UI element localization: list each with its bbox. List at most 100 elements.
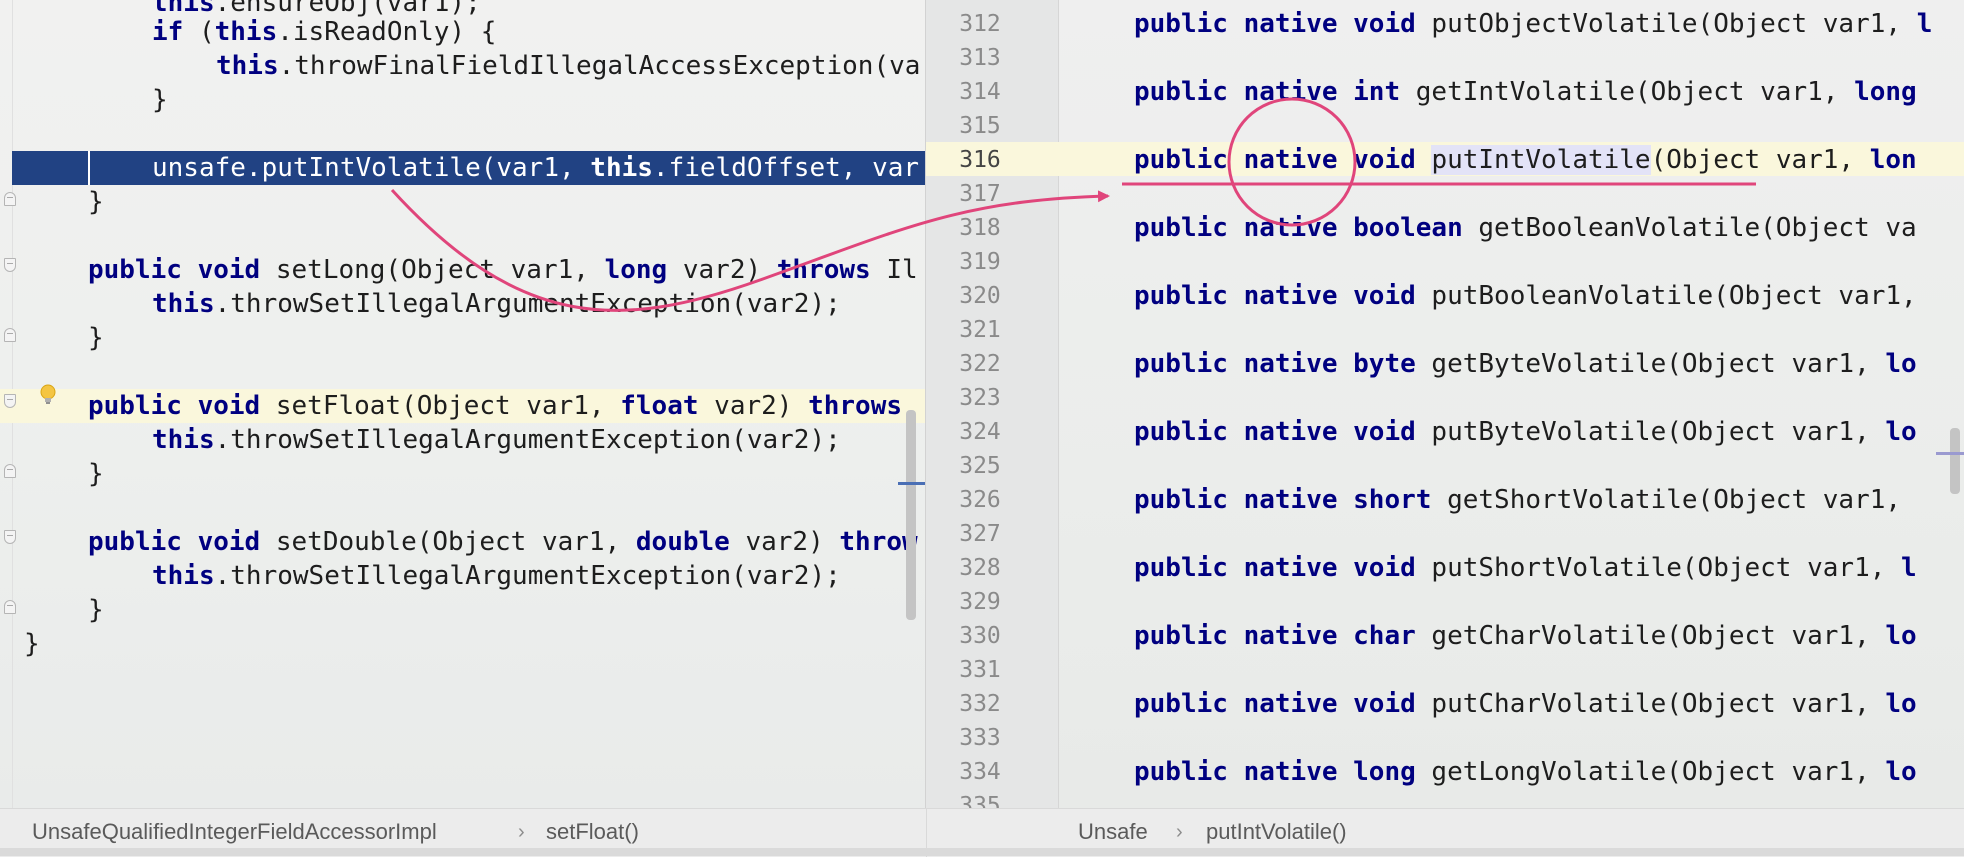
line-number: 332 <box>959 691 1001 717</box>
code-line[interactable]: public void setFloat(Object var1, float … <box>88 389 902 423</box>
scroll-marker <box>1936 452 1964 455</box>
code-keyword: public <box>1134 417 1228 447</box>
line-number: 315 <box>959 113 1001 139</box>
line-number: 319 <box>959 249 1001 275</box>
code-keyword: double <box>635 527 730 557</box>
code-keyword: long <box>604 255 668 285</box>
code-line[interactable]: public native byte getByteVolatile(Objec… <box>1134 347 1917 381</box>
code-keyword: l <box>1916 9 1933 39</box>
code-line[interactable]: public native void putBooleanVolatile(Ob… <box>1134 279 1932 313</box>
code-text: .throwSetIllegalArgumentException(var2); <box>214 425 841 455</box>
code-line-selected[interactable]: unsafe.putIntVolatile(var1, this.fieldOf… <box>152 151 919 185</box>
code-line[interactable]: public native void putObjectVolatile(Obj… <box>1134 7 1932 41</box>
code-line[interactable]: } <box>152 83 168 117</box>
code-line[interactable]: this.throwSetIllegalArgumentException(va… <box>152 287 841 321</box>
code-line[interactable]: } <box>88 185 104 219</box>
code-keyword: public <box>1134 77 1228 107</box>
line-number: 322 <box>959 351 1001 377</box>
code-text: putShortVolatile(Object var1, <box>1415 553 1902 583</box>
code-line[interactable]: public native short getShortVolatile(Obj… <box>1134 483 1917 517</box>
left-editor-pane[interactable]: this.ensureObj(var1); if (this.isReadOnly… <box>0 0 926 808</box>
code-keyword: native <box>1243 417 1338 447</box>
code-keyword: void <box>1353 281 1416 311</box>
code-line[interactable]: public native void putShortVolatile(Obje… <box>1134 551 1917 585</box>
code-line[interactable]: public native int getIntVolatile(Object … <box>1134 75 1917 109</box>
code-text: getIntVolatile(Object var1, <box>1400 77 1855 107</box>
fold-marker-icon[interactable] <box>4 600 16 614</box>
code-keyword: native <box>1243 757 1338 787</box>
code-text: Il <box>870 255 918 285</box>
fold-marker-icon[interactable] <box>4 394 16 408</box>
code-keyword: float <box>620 391 699 421</box>
code-line[interactable]: } <box>88 321 104 355</box>
code-keyword: void <box>1353 417 1416 447</box>
code-keyword: this <box>152 289 215 319</box>
code-keyword: native <box>1243 553 1338 583</box>
right-scrollbar-thumb[interactable] <box>1950 428 1960 494</box>
right-editor-pane[interactable]: 312 313 314 315 316 317 318 319 320 321 322 323 324 3… <box>926 0 1964 808</box>
code-line[interactable]: } <box>88 593 104 627</box>
code-text: putObjectVolatile(Object var1, <box>1415 9 1917 39</box>
code-text: } <box>88 187 104 217</box>
code-line[interactable]: public native void putByteVolatile(Objec… <box>1134 415 1917 449</box>
code-keyword: if <box>152 17 184 47</box>
line-number: 334 <box>959 759 1001 785</box>
caret <box>88 151 90 185</box>
code-line[interactable]: this.throwSetIllegalArgumentException(va… <box>152 559 841 593</box>
code-line[interactable]: public void setLong(Object var1, long va… <box>88 253 918 287</box>
code-keyword: this <box>152 561 215 591</box>
code-line[interactable]: public native void putCharVolatile(Objec… <box>1134 687 1917 721</box>
code-keyword: native <box>1243 9 1338 39</box>
code-keyword: public <box>88 391 182 421</box>
fold-marker-icon[interactable] <box>4 530 16 544</box>
code-keyword: lo <box>1885 621 1917 651</box>
code-keyword: this <box>216 51 279 81</box>
line-number: 312 <box>959 11 1001 37</box>
code-text: getBooleanVolatile(Object va <box>1462 213 1917 243</box>
code-keyword: void <box>1353 9 1416 39</box>
code-text: setDouble(Object var1, <box>260 527 636 557</box>
code-line[interactable]: public native long getLongVolatile(Objec… <box>1134 755 1917 789</box>
line-number: 324 <box>959 419 1001 445</box>
scroll-marker <box>898 482 926 485</box>
fold-marker-icon[interactable] <box>4 192 16 206</box>
code-line[interactable]: public native boolean getBooleanVolatile… <box>1134 211 1917 245</box>
code-line[interactable]: public void setDouble(Object var1, doubl… <box>88 525 918 559</box>
code-line[interactable]: this.throwFinalFieldIllegalAccessExcepti… <box>216 49 920 83</box>
code-line[interactable]: public native char getCharVolatile(Objec… <box>1134 619 1917 653</box>
line-number: 330 <box>959 623 1001 649</box>
code-keyword: public <box>1134 281 1228 311</box>
code-keyword: lo <box>1885 689 1917 719</box>
fold-marker-icon[interactable] <box>4 258 16 272</box>
line-number: 331 <box>959 657 1001 683</box>
code-text: .isReadOnly) { <box>277 17 497 47</box>
fold-marker-icon[interactable] <box>4 328 16 342</box>
code-text: ( <box>183 17 215 47</box>
code-line[interactable]: } <box>24 627 40 661</box>
left-scrollbar-thumb[interactable] <box>906 410 916 620</box>
lightbulb-icon[interactable] <box>40 384 56 404</box>
code-line-current[interactable]: public native void putIntVolatile(Object… <box>1134 143 1917 177</box>
code-text: var2) <box>698 391 809 421</box>
fold-marker-icon[interactable] <box>4 464 16 478</box>
code-keyword: public <box>1134 213 1228 243</box>
code-keyword: long <box>1854 77 1917 107</box>
code-line[interactable]: if (this.isReadOnly) { <box>152 15 496 49</box>
code-text: putByteVolatile(Object var1, <box>1415 417 1886 447</box>
line-number: 325 <box>959 453 1001 479</box>
code-text: getByteVolatile(Object var1, <box>1415 349 1886 379</box>
code-text: getLongVolatile(Object var1, <box>1415 757 1886 787</box>
code-keyword: lo <box>1885 349 1917 379</box>
code-line[interactable]: } <box>88 457 104 491</box>
code-line[interactable]: this.throwSetIllegalArgumentException(va… <box>152 423 841 457</box>
